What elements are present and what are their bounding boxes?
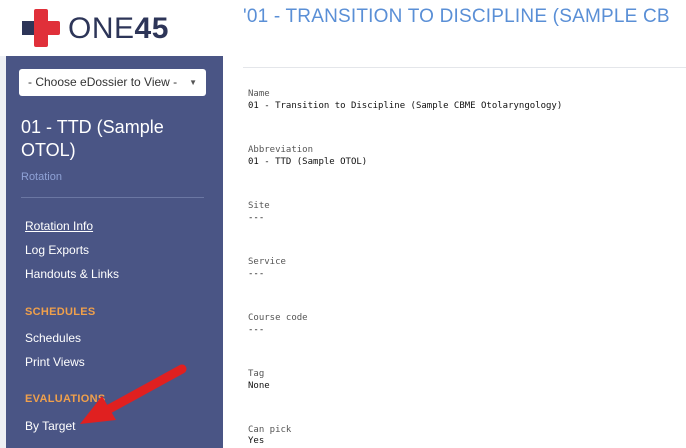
field-value: 01 - Transition to Discipline (Sample CB… [248,101,563,111]
field-value: Yes [248,436,265,446]
field-label: Course code [248,313,308,323]
field-value: --- [248,213,265,223]
sidebar-item-by-target[interactable]: By Target [25,419,75,433]
course-title: 01 - TTD (Sample OTOL) [21,117,164,160]
page-title: '01 - TRANSITION TO DISCIPLINE (SAMPLE C… [243,6,670,27]
field-label: Can pick [248,425,292,435]
field-value: 01 - TTD (Sample OTOL) [248,157,368,167]
one45-logo[interactable]: ONE45 [22,8,182,48]
sidebar-item-handouts-links[interactable]: Handouts & Links [25,267,119,281]
edossier-select-label: - Choose eDossier to View - [28,75,178,89]
course-type: Rotation [21,171,62,183]
schedules-heading: SCHEDULES [25,306,96,318]
field-label: Tag [248,369,265,379]
sidebar-divider [21,197,204,198]
red-arrow-icon [80,364,187,424]
header-divider [243,67,686,68]
field-label: Site [248,201,270,211]
sidebar-item-schedules[interactable]: Schedules [25,331,81,345]
medical-cross-icon [22,9,60,47]
sidebar-item-print-views[interactable]: Print Views [25,355,85,369]
field-label: Service [248,257,286,267]
logo-text: ONE45 [68,12,169,45]
field-label: Abbreviation [248,145,314,155]
sidebar-item-rotation-info[interactable]: Rotation Info [25,219,93,233]
field-label: Name [248,89,270,99]
caret-down-icon: ▼ [189,78,197,87]
field-value: None [248,381,270,391]
field-value: --- [248,325,265,335]
sidebar: ONE45 - Choose eDossier to View - ▼ 01 -… [0,0,223,448]
sidebar-item-log-exports[interactable]: Log Exports [25,243,89,257]
edossier-select[interactable]: - Choose eDossier to View - ▼ [19,69,206,96]
field-value: --- [248,269,265,279]
